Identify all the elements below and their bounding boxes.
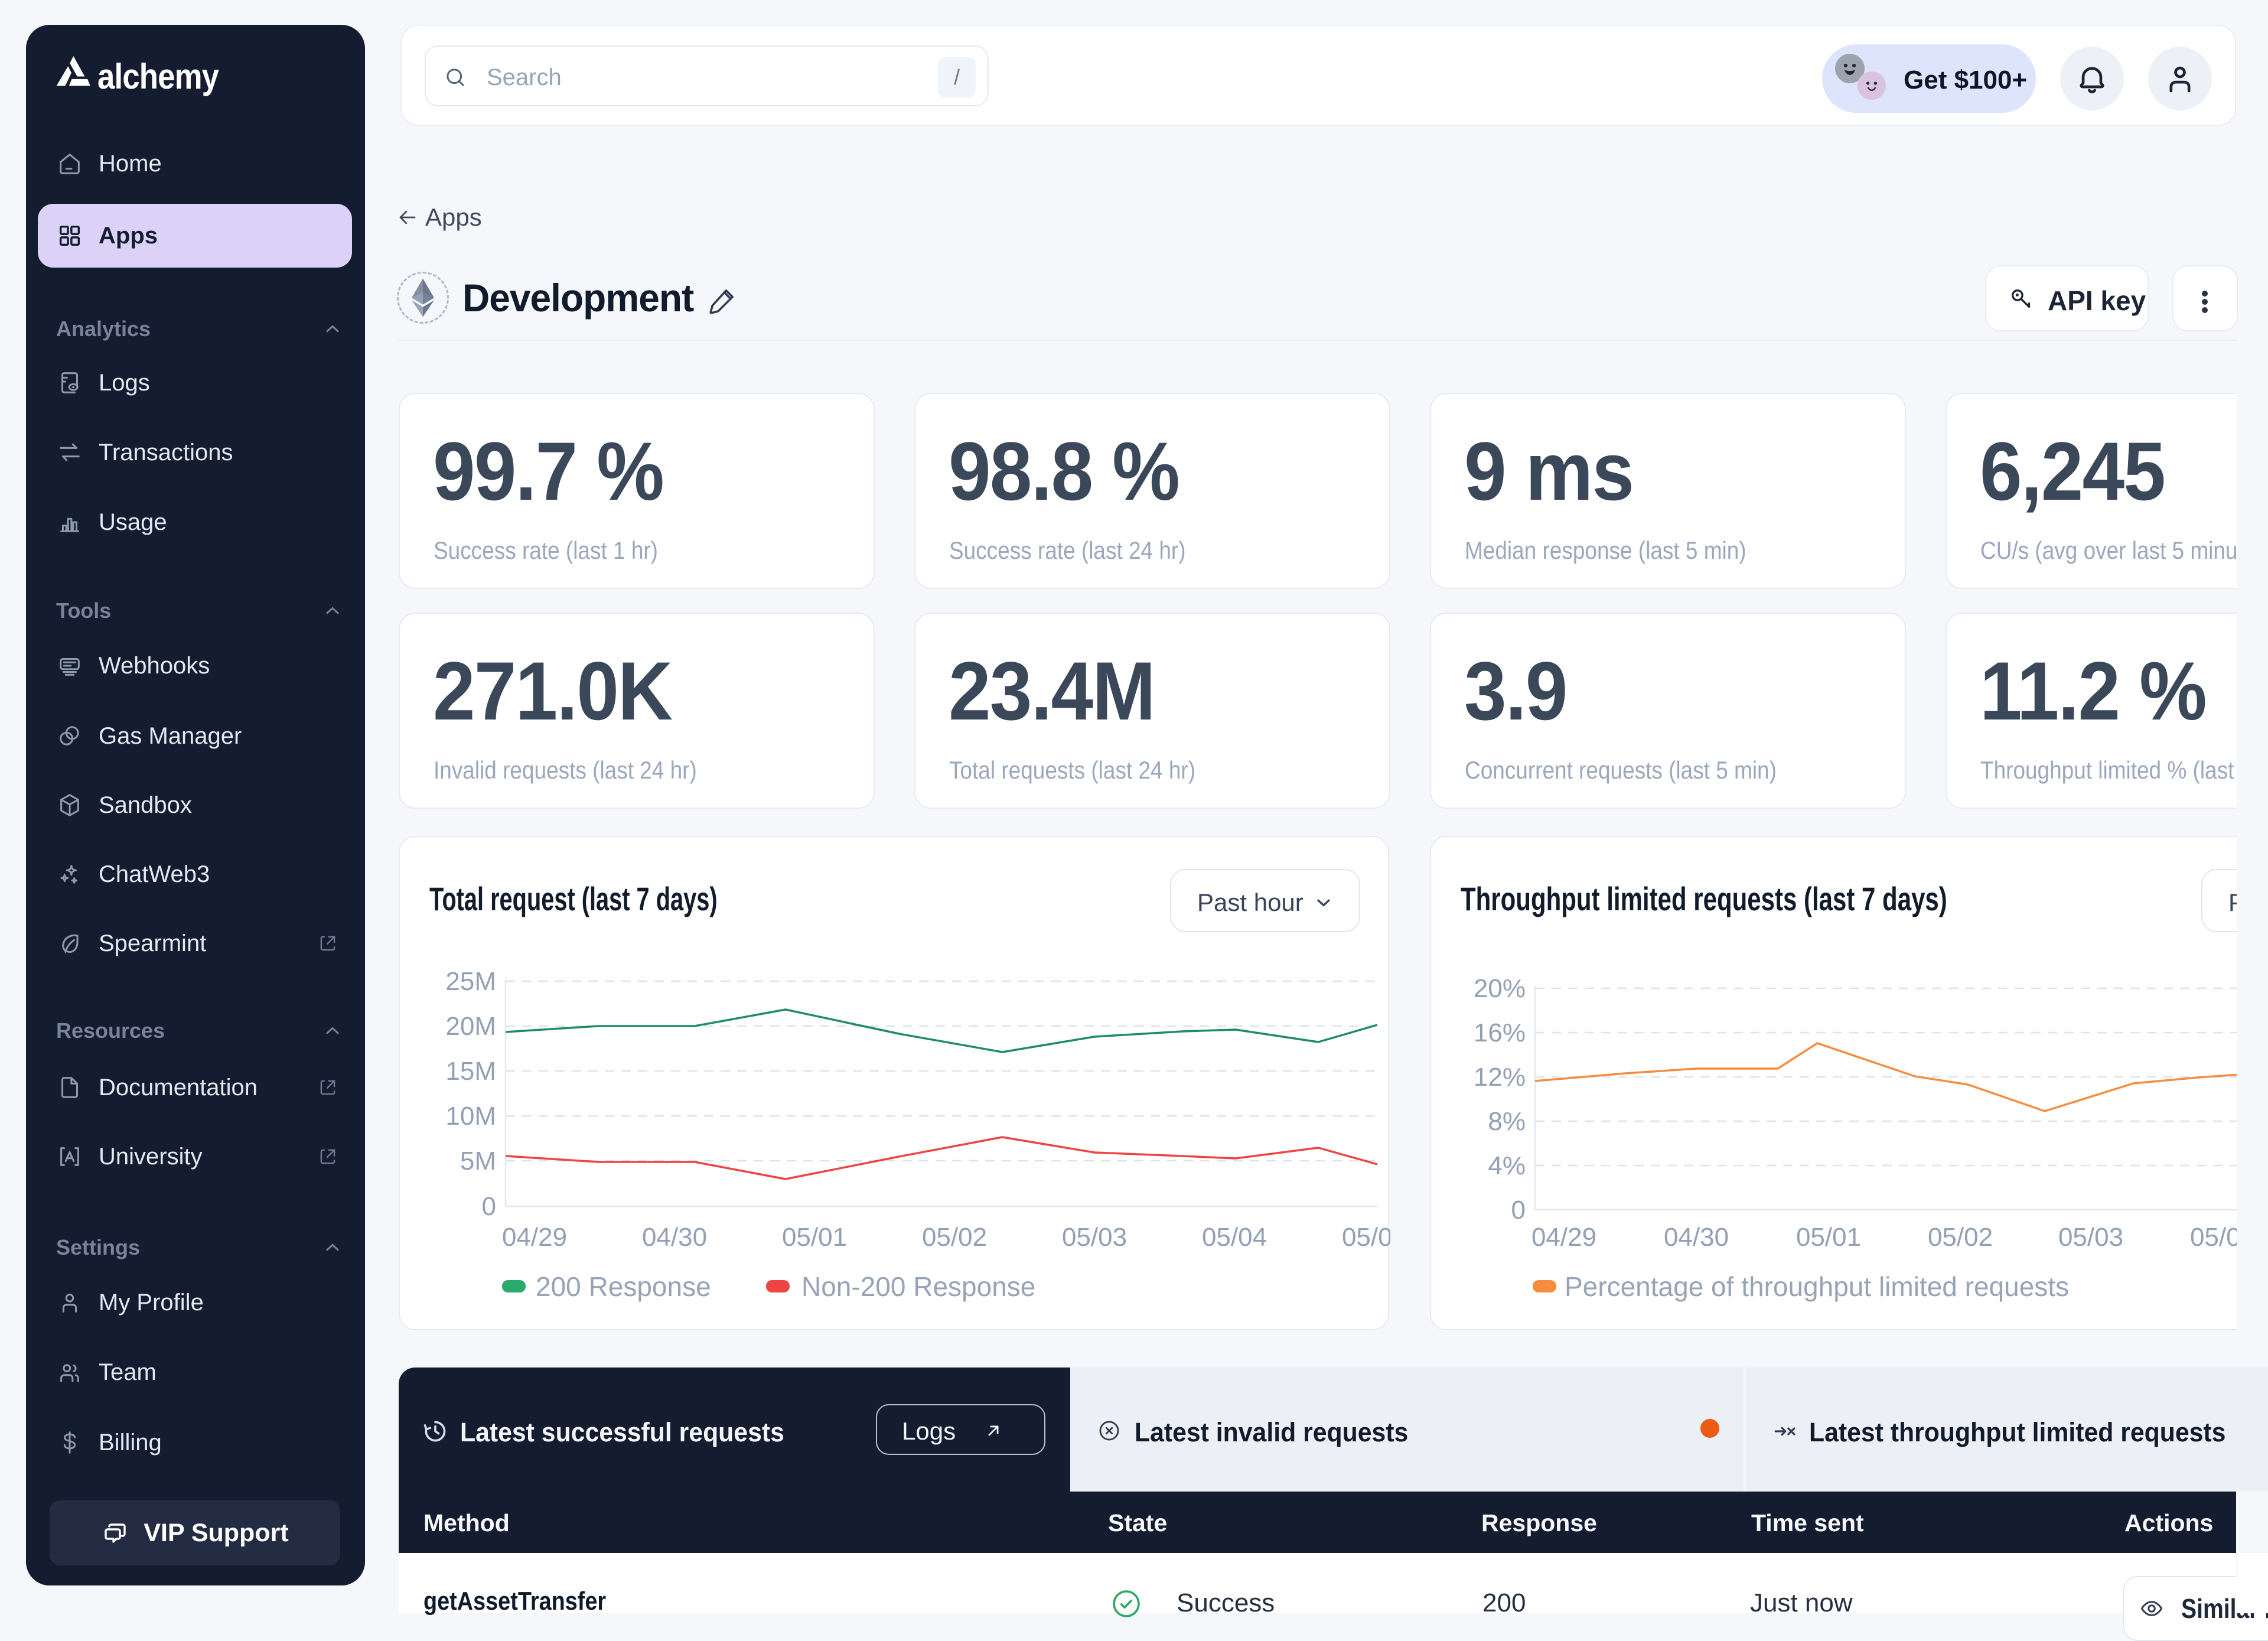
svg-text:05/05: 05/05 (1342, 1223, 1390, 1252)
svg-text:Percentage of throughput limit: Percentage of throughput limited request… (1565, 1271, 2069, 1302)
svg-text:16%: 16% (1474, 1018, 1526, 1047)
svg-text:0: 0 (482, 1192, 496, 1221)
svg-text:15M: 15M (445, 1057, 496, 1086)
svg-text:5M: 5M (460, 1147, 496, 1176)
svg-text:20M: 20M (445, 1012, 496, 1041)
svg-text:04/30: 04/30 (1664, 1223, 1729, 1252)
svg-text:05/04: 05/04 (1202, 1223, 1267, 1252)
svg-text:04/30: 04/30 (642, 1223, 707, 1252)
svg-text:05/01: 05/01 (782, 1223, 847, 1252)
svg-text:05/02: 05/02 (922, 1223, 987, 1252)
svg-text:05/01: 05/01 (1796, 1223, 1861, 1252)
svg-text:05/02: 05/02 (1928, 1223, 1993, 1252)
svg-text:20%: 20% (1474, 974, 1526, 1003)
svg-text:0: 0 (1511, 1196, 1526, 1225)
svg-text:12%: 12% (1474, 1063, 1526, 1092)
svg-text:4%: 4% (1488, 1151, 1526, 1180)
svg-text:04/29: 04/29 (502, 1223, 567, 1252)
svg-text:04/29: 04/29 (1531, 1223, 1596, 1252)
svg-text:25M: 25M (445, 967, 496, 996)
svg-text:05/03: 05/03 (2058, 1223, 2123, 1252)
svg-text:Non-200 Response: Non-200 Response (801, 1271, 1035, 1302)
svg-text:05/03: 05/03 (1062, 1223, 1127, 1252)
svg-text:10M: 10M (445, 1102, 496, 1131)
svg-text:8%: 8% (1488, 1107, 1526, 1136)
svg-text:200 Response: 200 Response (536, 1271, 711, 1302)
